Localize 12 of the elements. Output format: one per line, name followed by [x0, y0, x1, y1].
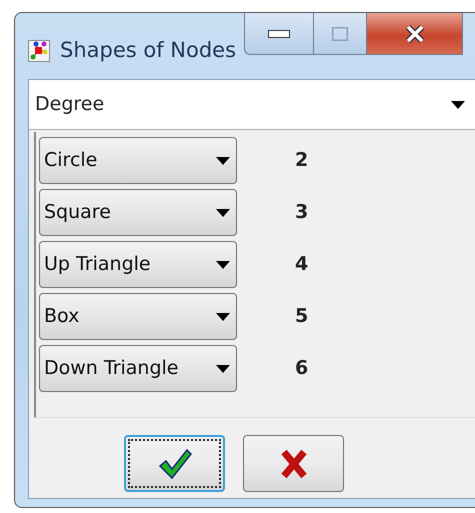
shape-dropdown[interactable]: Square [39, 189, 237, 236]
shape-dropdown[interactable]: Circle [39, 137, 237, 184]
shape-dropdown[interactable]: Box [39, 293, 237, 340]
attribute-dropdown[interactable]: Degree [29, 80, 475, 130]
degree-value: 5 [295, 304, 308, 330]
degree-value: 2 [295, 148, 308, 174]
degree-value: 6 [295, 356, 308, 382]
shape-dropdown[interactable]: Down Triangle [39, 345, 237, 392]
degree-value: 3 [295, 200, 308, 226]
shape-dropdown[interactable]: Up Triangle [39, 241, 237, 288]
degree-value: 4 [295, 252, 308, 278]
window-title: Shapes of Nodes [60, 37, 236, 64]
